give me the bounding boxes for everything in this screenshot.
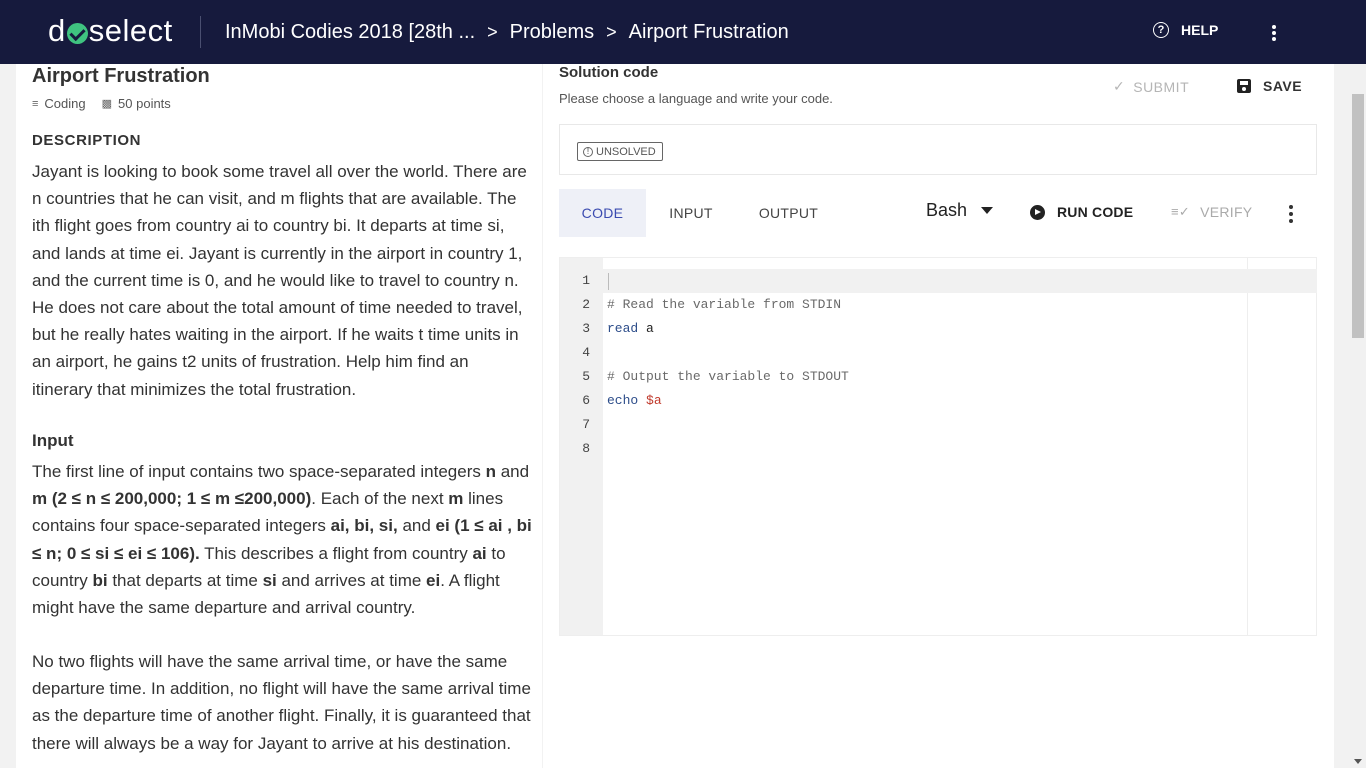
code-line: 3 read a xyxy=(582,321,654,336)
doselect-logo[interactable]: d select xyxy=(48,14,173,48)
text-cursor xyxy=(608,273,609,290)
run-code-button[interactable]: RUN CODE xyxy=(1030,204,1133,220)
tab-code[interactable]: CODE xyxy=(559,189,646,237)
run-code-label: RUN CODE xyxy=(1057,204,1134,220)
code-line: 5 # Output the variable to STDOUT xyxy=(582,369,849,384)
submit-button[interactable]: ✓ SUBMIT xyxy=(1113,78,1189,95)
problem-type: ≡ Coding xyxy=(32,96,86,111)
code-editor[interactable]: 1 2 # Read the variable from STDIN 3 read … xyxy=(559,257,1317,636)
status-badge-label: UNSOLVED xyxy=(596,145,656,158)
nav-divider xyxy=(200,16,201,48)
code-line: 2 # Read the variable from STDIN xyxy=(582,297,842,312)
breadcrumb-problems[interactable]: Problems xyxy=(510,21,594,44)
code-line: 4 xyxy=(582,345,590,360)
code-line: 8 xyxy=(582,441,590,456)
points-icon: ▩ xyxy=(101,98,113,110)
solution-title: Solution code xyxy=(559,64,659,81)
scroll-down-arrow-icon[interactable] xyxy=(1354,759,1362,764)
logo-text-post: select xyxy=(88,13,173,48)
breadcrumb: InMobi Codies 2018 [28th ... > Problems … xyxy=(225,0,789,64)
problem-meta: ≡ Coding ▩ 50 points xyxy=(32,96,187,111)
breadcrumb-separator-icon: > xyxy=(606,21,617,42)
tab-input[interactable]: INPUT xyxy=(646,189,736,237)
problem-panel: Airport Frustration ≡ Coding ▩ 50 points… xyxy=(16,64,542,768)
info-icon: ! xyxy=(583,146,593,157)
caret-down-icon xyxy=(981,207,994,214)
description-heading: DESCRIPTION xyxy=(32,132,142,149)
solution-panel: Solution code Please choose a language a… xyxy=(543,64,1334,768)
problem-points: ▩ 50 points xyxy=(102,96,171,111)
language-value: Bash xyxy=(926,200,968,220)
floppy-disk-icon xyxy=(1237,79,1251,93)
active-line-highlight xyxy=(603,269,1317,293)
top-nav-bar: d select InMobi Codies 2018 [28th ... > P… xyxy=(0,0,1366,64)
print-margin xyxy=(1247,258,1248,635)
double-check-icon: ✓ xyxy=(1113,78,1126,94)
constraints-paragraph: No two flights will have the same arriva… xyxy=(32,652,531,753)
description-text: Jayant is looking to book some travel al… xyxy=(32,162,527,399)
verify-list-icon: ≡✓ xyxy=(1171,204,1191,219)
help-button[interactable]: ? HELP xyxy=(1153,22,1218,38)
verify-label: VERIFY xyxy=(1200,204,1253,220)
scrollbar-thumb[interactable] xyxy=(1352,94,1364,338)
breadcrumb-separator-icon: > xyxy=(487,21,498,42)
list-icon: ≡ xyxy=(32,97,39,110)
editor-toolbar: CODE INPUT OUTPUT Bash RUN CODE ≡✓ VERIF… xyxy=(559,189,1317,237)
code-line: 7 xyxy=(582,417,590,432)
status-box: ! UNSOLVED xyxy=(559,124,1317,175)
logo-text-pre: d xyxy=(48,13,66,48)
problem-type-label: Coding xyxy=(44,96,86,111)
save-button[interactable]: SAVE xyxy=(1237,78,1302,94)
status-badge: ! UNSOLVED xyxy=(577,142,663,161)
solution-subtitle: Please choose a language and write your … xyxy=(559,91,833,106)
problem-points-label: 50 points xyxy=(118,96,171,111)
editor-more-icon[interactable] xyxy=(1287,205,1295,223)
input-heading: Input xyxy=(32,431,74,450)
code-line: 6 echo $a xyxy=(582,393,662,408)
more-menu-icon[interactable] xyxy=(1264,22,1284,44)
verify-button[interactable]: ≡✓ VERIFY xyxy=(1171,204,1252,220)
page-scrollbar[interactable] xyxy=(1350,64,1366,768)
submit-label: SUBMIT xyxy=(1133,78,1190,95)
help-label: HELP xyxy=(1181,22,1219,38)
breadcrumb-contest[interactable]: InMobi Codies 2018 [28th ... xyxy=(225,21,475,44)
play-circle-icon xyxy=(1030,204,1045,220)
code-line: 1 xyxy=(582,273,590,288)
breadcrumb-current-problem: Airport Frustration xyxy=(628,20,789,43)
logo-check-icon xyxy=(66,22,88,44)
tab-output[interactable]: OUTPUT xyxy=(736,189,841,237)
input-description: The first line of input contains two spa… xyxy=(32,462,532,618)
language-select[interactable]: Bash xyxy=(926,200,994,221)
problem-title: Airport Frustration xyxy=(32,65,210,87)
help-icon: ? xyxy=(1153,22,1169,38)
save-label: SAVE xyxy=(1263,78,1303,94)
